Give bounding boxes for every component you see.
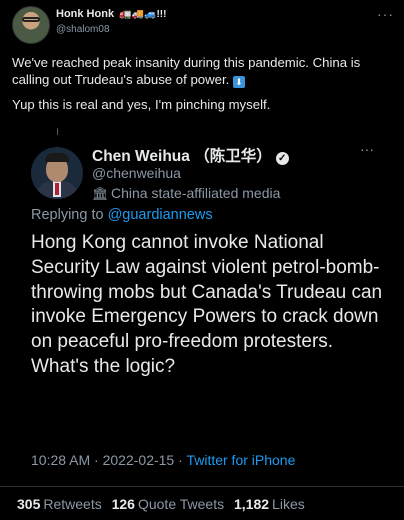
outer-name-text: Honk Honk <box>56 8 115 20</box>
tweet-time[interactable]: 10:28 AM <box>31 452 90 468</box>
replying-to-link[interactable]: @guardiannews <box>108 207 213 223</box>
outer-tweet-header: Honk Honk 🚛🚚🚙!!! @shalom08 ··· <box>12 6 396 44</box>
outer-text-line2: Yup this is real and yes, I'm pinching m… <box>12 97 271 112</box>
verified-badge-icon: ✓ <box>275 152 289 165</box>
replying-prefix: Replying to <box>31 207 104 223</box>
quote-name-text: Chen Weihua （陈卫华） <box>92 148 272 165</box>
retweets-stat[interactable]: 305 Retweets <box>17 496 102 512</box>
meta-separator-2: · <box>178 452 183 468</box>
quote-tweets-stat[interactable]: 126 Quote Tweets <box>112 496 225 512</box>
stats-divider <box>0 486 404 487</box>
outer-name-emojis: 🚛🚚🚙!!! <box>119 9 167 20</box>
affiliation-text: China state-affiliated media <box>111 185 281 201</box>
outer-more-icon[interactable]: ··· <box>377 6 394 22</box>
meta-separator-1: · <box>94 452 99 468</box>
state-media-label[interactable]: 🏛 China state-affiliated media <box>92 185 280 202</box>
tweet-date[interactable]: 2022-02-15 <box>103 452 175 468</box>
quote-avatar[interactable] <box>31 147 83 199</box>
down-arrow-icon: ⬇ <box>233 76 245 88</box>
outer-display-name[interactable]: Honk Honk 🚛🚚🚙!!! <box>56 8 166 20</box>
outer-text-line1: We've reached peak insanity during this … <box>12 55 361 87</box>
quote-body-text: Hong Kong cannot invoke National Securit… <box>31 232 383 377</box>
outer-avatar[interactable] <box>12 6 50 44</box>
outer-tweet-text: We've reached peak insanity during this … <box>12 54 392 121</box>
tweet-source[interactable]: Twitter for iPhone <box>186 452 295 468</box>
likes-stat[interactable]: 1,182 Likes <box>234 496 305 512</box>
likes-label: Likes <box>272 496 305 512</box>
government-building-icon: 🏛 <box>92 186 109 201</box>
quote-handle[interactable]: @chenweihua <box>92 165 181 181</box>
quoted-tweet[interactable]: Chen Weihua （陈卫华） ✓ @chenweihua 🏛 China st… <box>14 135 394 507</box>
quote-tweets-count: 126 <box>111 496 135 512</box>
tweet-meta: 10:28 AM · 2022-02-15 · Twitter for iPho… <box>31 452 295 468</box>
engagement-stats: 305 Retweets 126 Quote Tweets 1,182 Likes <box>17 496 311 512</box>
retweets-label: Retweets <box>43 496 102 512</box>
outer-handle[interactable]: @shalom08 <box>56 24 110 35</box>
quote-tweets-label: Quote Tweets <box>137 496 225 512</box>
likes-count: 1,182 <box>234 496 270 512</box>
retweets-count: 305 <box>17 496 41 512</box>
quote-display-name[interactable]: Chen Weihua （陈卫华） ✓ <box>92 144 289 166</box>
quote-more-icon[interactable]: ··· <box>360 141 374 157</box>
replying-to: Replying to @guardiannews <box>31 207 213 223</box>
